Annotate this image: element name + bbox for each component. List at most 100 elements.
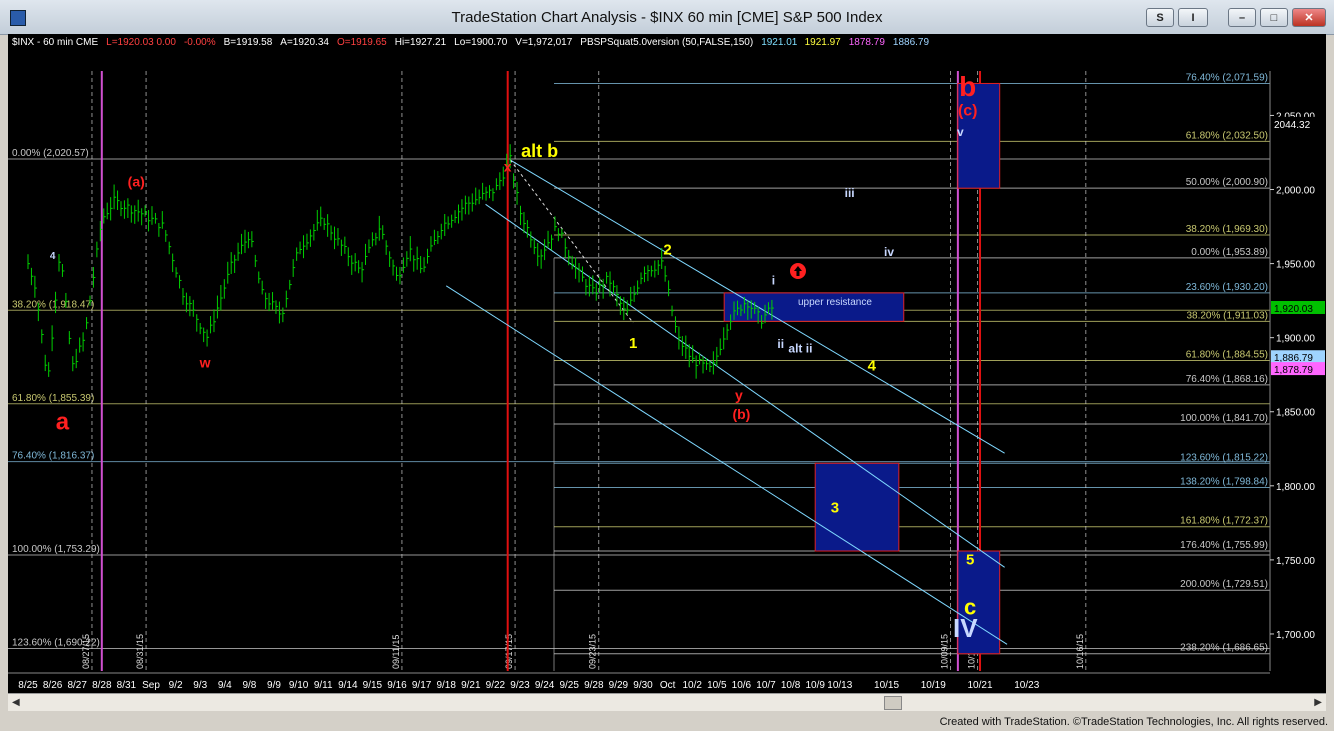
time-tick-label: 9/28 xyxy=(584,680,604,691)
wave-label: alt ii xyxy=(788,341,812,355)
fib-label-right: 176.40% (1,755.99) xyxy=(1180,540,1268,551)
vertical-date-label: 08/31/15 xyxy=(135,634,145,669)
chart-area[interactable]: $INX - 60 min CME L=1920.03 0.00 -0.00% B=1… xyxy=(8,34,1326,693)
fib-label-right: 200.00% (1,729.51) xyxy=(1180,579,1268,590)
status-item: O=1919.65 xyxy=(337,37,387,48)
price-tick-label: 1,750.00 xyxy=(1276,556,1315,567)
price-tick-label: 1,900.00 xyxy=(1276,334,1315,345)
horizontal-scrollbar[interactable]: ◀ ▶ xyxy=(8,693,1326,711)
wave-label: v xyxy=(957,125,964,139)
wave-label: alt b xyxy=(521,141,558,161)
vertical-date-label: 09/23/15 xyxy=(588,634,598,669)
time-tick-label: 8/31 xyxy=(117,680,137,691)
status-item: L=1920.03 0.00 xyxy=(106,37,176,48)
vertical-date-label: 09/17/15 xyxy=(504,634,514,669)
fib-label-right: 38.20% (1,911.03) xyxy=(1186,310,1268,321)
price-chart[interactable]: $INX - 60 min CME L=1920.03 0.00 -0.00% B=1… xyxy=(8,34,1326,693)
channel-line xyxy=(509,159,1005,454)
fib-label-left: 0.00% (2,020.57) xyxy=(12,148,89,159)
time-tick-label: 9/11 xyxy=(314,680,333,691)
price-tick-label: 1,700.00 xyxy=(1276,630,1315,641)
wave-label: y xyxy=(735,387,743,403)
wave-label: i xyxy=(772,273,775,287)
time-tick-label: 9/2 xyxy=(169,680,183,691)
price-tag-label: 2044.32 xyxy=(1274,120,1311,131)
i-button[interactable]: I xyxy=(1178,8,1208,27)
maximize-button[interactable]: □ xyxy=(1260,8,1288,27)
fib-label-right: 238.20% (1,686.65) xyxy=(1180,643,1268,654)
time-tick-label: 9/8 xyxy=(242,680,256,691)
channel-line xyxy=(485,203,1005,568)
wave-label: a xyxy=(56,409,70,436)
scroll-left-icon[interactable]: ◀ xyxy=(12,697,20,708)
fib-label-right: 161.80% (1,772.37) xyxy=(1180,516,1268,527)
fib-label-right: 61.80% (2,032.50) xyxy=(1186,130,1268,141)
vertical-date-label: 09/11/15 xyxy=(391,635,401,669)
time-tick-label: 10/7 xyxy=(756,680,776,691)
wave-label: 4 xyxy=(50,251,56,262)
time-tick-label: 9/18 xyxy=(436,680,456,691)
wave-label: 5 xyxy=(966,551,974,568)
time-tick-label: 9/9 xyxy=(267,680,281,691)
wave-label: 1 xyxy=(629,335,637,352)
fib-label-left: 38.20% (1,918.47) xyxy=(12,299,94,310)
time-tick-label: 9/25 xyxy=(559,680,579,691)
status-item: V=1,972,017 xyxy=(515,37,572,48)
status-item: Lo=1900.70 xyxy=(454,37,508,48)
fib-label-right: 76.40% (2,071.59) xyxy=(1186,72,1268,83)
price-tick-label: 2,000.00 xyxy=(1276,186,1315,197)
fib-label-right: 123.60% (1,815.22) xyxy=(1180,452,1268,463)
fib-label-right: 138.20% (1,798.84) xyxy=(1180,477,1268,488)
scroll-right-icon[interactable]: ▶ xyxy=(1314,697,1322,708)
time-tick-label: 9/4 xyxy=(218,680,232,691)
status-item: 1886.79 xyxy=(893,37,930,48)
time-tick-label: 8/27 xyxy=(67,680,87,691)
status-item: PBSPSquat5.0version (50,FALSE,150) xyxy=(580,37,753,48)
wave-label: x xyxy=(504,159,512,175)
time-tick-label: 10/8 xyxy=(781,680,801,691)
time-tick-label: 10/21 xyxy=(968,680,993,691)
fib-label-right: 50.00% (2,000.90) xyxy=(1186,177,1268,188)
time-tick-label: 10/19 xyxy=(921,680,946,691)
wave-label: IV xyxy=(953,613,978,643)
time-tick-label: 9/29 xyxy=(609,680,629,691)
wave-label: 4 xyxy=(868,357,877,374)
fib-label-right: 100.00% (1,841.70) xyxy=(1180,413,1268,424)
fib-label-right: 61.80% (1,884.55) xyxy=(1186,350,1268,361)
time-tick-label: 8/25 xyxy=(18,680,38,691)
close-button[interactable]: ✕ xyxy=(1292,8,1326,27)
time-tick-label: 10/2 xyxy=(682,680,702,691)
scroll-thumb[interactable] xyxy=(884,696,902,710)
s-button[interactable]: S xyxy=(1146,8,1174,27)
status-item: -0.00% xyxy=(184,37,216,48)
fib-label-left: 100.00% (1,753.29) xyxy=(12,544,100,555)
minimize-button[interactable]: – xyxy=(1228,8,1256,27)
fib-label-left: 76.40% (1,816.37) xyxy=(12,451,94,462)
time-tick-label: Oct xyxy=(660,680,676,691)
wave-label: ii xyxy=(777,337,784,351)
status-line: $INX - 60 min CME L=1920.03 0.00 -0.00% B=1… xyxy=(12,37,929,48)
target-box-3 xyxy=(814,462,900,552)
time-tick-label: 9/22 xyxy=(486,680,506,691)
status-item: Hi=1927.21 xyxy=(395,37,447,48)
wave-label: 3 xyxy=(831,499,839,516)
time-tick-label: 10/6 xyxy=(732,680,752,691)
window-titlebar: TradeStation Chart Analysis - $INX 60 mi… xyxy=(0,0,1334,35)
fib-label-right: 38.20% (1,969.30) xyxy=(1186,224,1268,235)
price-tick-label: 1,850.00 xyxy=(1276,408,1315,419)
fib-label-right: 23.60% (1,930.20) xyxy=(1186,282,1268,293)
price-tag-label: 1,878.79 xyxy=(1274,365,1313,376)
status-item: A=1920.34 xyxy=(280,37,329,48)
time-tick-label: 9/23 xyxy=(510,680,530,691)
wave-label: b xyxy=(959,71,976,102)
status-item: B=1919.58 xyxy=(224,37,273,48)
time-tick-label: 10/13 xyxy=(827,680,852,691)
fib-label-right: 76.40% (1,868.16) xyxy=(1186,374,1268,385)
wave-label: w xyxy=(199,354,211,370)
upper-resistance-label: upper resistance xyxy=(798,297,872,308)
time-tick-label: 10/23 xyxy=(1014,680,1039,691)
time-tick-label: Sep xyxy=(142,680,160,691)
time-tick-label: 9/30 xyxy=(633,680,653,691)
time-tick-label: 9/21 xyxy=(461,680,481,691)
wave-label: 2 xyxy=(663,242,671,259)
